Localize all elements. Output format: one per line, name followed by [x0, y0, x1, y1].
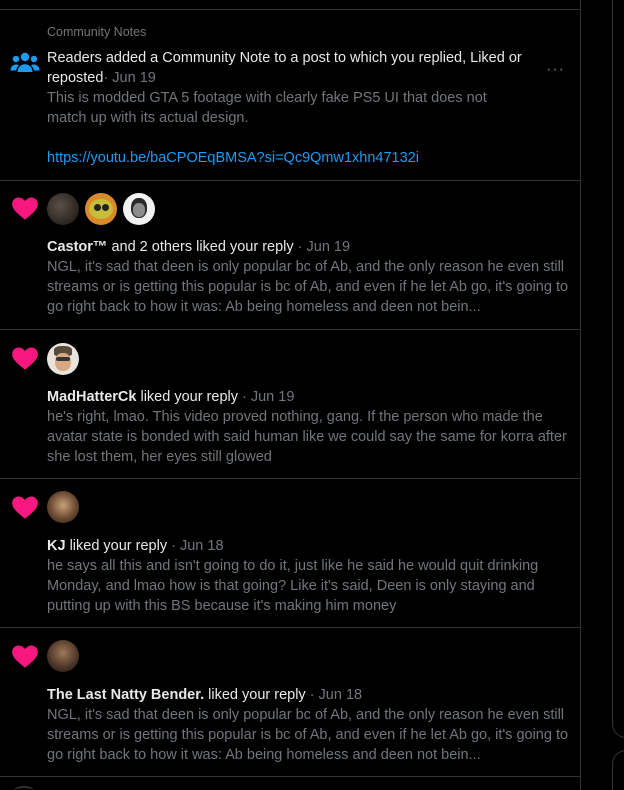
notifications-feed: Community Notes ··· Readers added a Comm… [0, 0, 581, 790]
user-name[interactable]: MadHatterCk [47, 389, 136, 405]
community-notes-header: Community Notes [47, 25, 147, 39]
heart-icon [8, 195, 42, 221]
liker-avatars [47, 343, 79, 375]
notification-header: KJ liked your reply · Jun 18 [47, 538, 224, 554]
like-notification[interactable]: Castor™ and 2 others liked your reply · … [0, 181, 580, 330]
notification-header: Castor™ and 2 others liked your reply · … [47, 239, 351, 255]
reply-text: he's right, lmao. This video proved noth… [47, 409, 567, 465]
avatar[interactable] [123, 193, 155, 225]
heart-icon [8, 345, 42, 371]
liker-avatars [47, 640, 79, 672]
like-notification[interactable]: MadHatterCk liked your reply · Jun 19 he… [0, 330, 580, 479]
heart-icon [8, 643, 42, 669]
reply-text: NGL, it's sad that deen is only popular … [47, 259, 569, 315]
like-notification[interactable]: KJ liked your reply · Jun 18 he says all… [0, 479, 580, 628]
user-name[interactable]: Castor™ [47, 239, 107, 255]
right-sidebar-edge [612, 0, 624, 790]
avatar[interactable] [85, 193, 117, 225]
notification-header: MadHatterCk liked your reply · Jun 19 [47, 389, 295, 405]
liker-avatars [47, 193, 155, 225]
community-note-notification[interactable]: Community Notes ··· Readers added a Comm… [0, 10, 580, 181]
community-note-link[interactable]: https://youtu.be/baCPOEqBMSA?si=Qc9Qmw1x… [47, 148, 569, 168]
heart-icon [8, 494, 42, 520]
sidebar-panel [612, 0, 624, 738]
avatar[interactable] [47, 491, 79, 523]
user-name[interactable]: The Last Natty Bender. [47, 687, 204, 703]
more-options-icon[interactable]: ··· [546, 61, 565, 79]
reply-text: he says all this and isn't going to do i… [47, 558, 539, 614]
avatar[interactable] [47, 193, 79, 225]
people-icon [8, 51, 42, 75]
next-notification-partial [0, 776, 580, 790]
community-note-title: Readers added a Community Note to a post… [47, 50, 522, 86]
like-notification[interactable]: The Last Natty Bender. liked your reply … [0, 628, 580, 777]
reply-text: NGL, it's sad that deen is only popular … [47, 707, 569, 763]
avatar[interactable] [47, 343, 79, 375]
user-name[interactable]: KJ [47, 538, 66, 554]
community-note-body: This is modded GTA 5 footage with clearl… [47, 90, 487, 126]
avatar[interactable] [47, 640, 79, 672]
liker-avatars [47, 491, 79, 523]
sidebar-panel [612, 750, 624, 790]
notification-header: The Last Natty Bender. liked your reply … [47, 687, 363, 703]
